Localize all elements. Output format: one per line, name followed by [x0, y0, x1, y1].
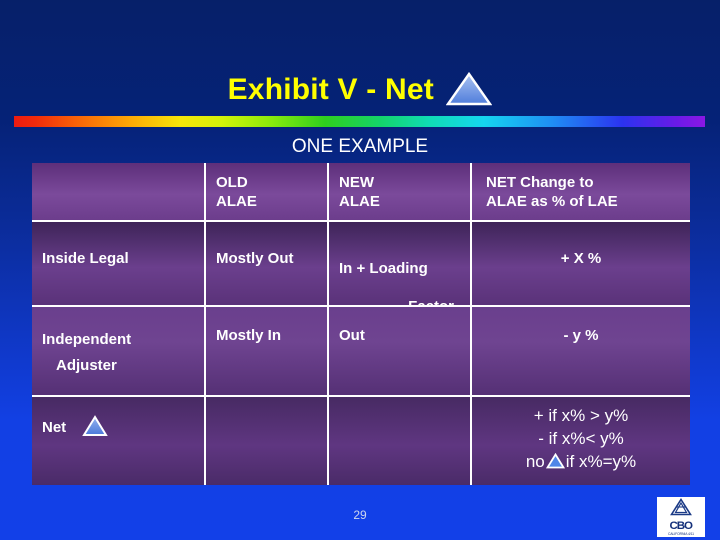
net-line3-suffix: if x%=y%: [565, 452, 637, 471]
cell-old-alae-independent-adjuster: Mostly In: [204, 307, 327, 395]
net-condition-line-1: + if x% > y%: [533, 406, 629, 425]
organization-logo: CBO CALIFORNIA 4/11: [657, 497, 705, 537]
comparison-table: OLD ALAE NEW ALAE NET Change to ALAE as …: [32, 163, 690, 487]
table-header-row: OLD ALAE NEW ALAE NET Change to ALAE as …: [32, 163, 690, 222]
cell-text: + X %: [560, 250, 602, 267]
header-cell-new-alae: NEW ALAE: [327, 163, 470, 220]
page-number: 29: [353, 508, 367, 522]
header-net-line1: NET Change to: [486, 174, 594, 191]
header-cell-blank: [32, 163, 204, 220]
cell-old-alae-inside-legal: Mostly Out: [204, 222, 327, 305]
cell-text: Out: [339, 327, 365, 344]
cell-text: Net: [42, 419, 67, 436]
cell-text-line1: In + Loading: [339, 260, 428, 277]
cell-new-alae-independent-adjuster: Out: [327, 307, 470, 395]
logo-triangle-icon: [670, 498, 692, 521]
cell-new-alae-net: [327, 397, 470, 485]
slide-canvas: Exhibit V - Net ONE EXAMPLE OLD ALAE NEW…: [0, 0, 720, 540]
net-condition-line-2: - if x%< y%: [538, 429, 624, 448]
cell-text-line1: Independent: [42, 331, 132, 348]
header-new-line1: NEW: [339, 174, 374, 191]
delta-triangle-icon: [82, 415, 109, 437]
header-cell-net-change: NET Change to ALAE as % of LAE: [470, 163, 690, 220]
row-label-independent-adjuster: Independent Adjuster: [32, 307, 204, 395]
delta-triangle-icon: [545, 453, 565, 469]
header-cell-old-alae: OLD ALAE: [204, 163, 327, 220]
cell-text: Mostly Out: [216, 250, 294, 267]
logo-wordmark: CBO: [669, 520, 694, 532]
cell-text-line2: Adjuster: [56, 357, 117, 374]
slide-subtitle: ONE EXAMPLE: [291, 136, 429, 157]
row-label-inside-legal: Inside Legal: [32, 222, 204, 305]
table-row: Independent Adjuster Mostly In Out - y %: [32, 307, 690, 397]
cell-net-change-independent-adjuster: - y %: [470, 307, 690, 395]
header-old-line1: OLD: [216, 174, 248, 191]
cell-net-change-net: + if x% > y% - if x%< y% no if x%=y%: [470, 397, 690, 485]
cell-text: Mostly In: [216, 327, 282, 344]
row-label-net: Net: [32, 397, 204, 485]
cell-new-alae-inside-legal: In + Loading Factor: [327, 222, 470, 315]
header-new-line2: ALAE: [339, 193, 380, 210]
header-net-line2: ALAE as % of LAE: [486, 193, 618, 210]
cell-text: Inside Legal: [42, 250, 129, 267]
cell-text: - y %: [563, 327, 599, 344]
delta-triangle-icon: [446, 72, 493, 106]
table-row: Net + if x% > y% - if x%< y% no if x%=y%: [32, 397, 690, 485]
header-old-line2: ALAE: [216, 193, 257, 210]
net-condition-line-3: no if x%=y%: [482, 450, 680, 473]
page-title: Exhibit V - Net: [227, 73, 434, 106]
cell-old-alae-net: [204, 397, 327, 485]
slide-title: Exhibit V - Net: [0, 72, 720, 108]
table-row: Inside Legal Mostly Out In + Loading Fac…: [32, 222, 690, 315]
rainbow-divider: [14, 116, 705, 127]
net-line3-prefix: no: [525, 452, 545, 471]
logo-subtext: CALIFORNIA 4/11: [668, 532, 694, 536]
cell-net-change-inside-legal: + X %: [470, 222, 690, 305]
